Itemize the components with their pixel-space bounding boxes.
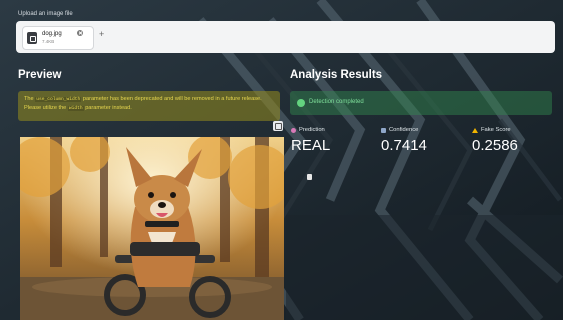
prediction-metric: Prediction REAL [291,127,330,154]
success-text: Detection completed [309,99,364,105]
prediction-label: Prediction [299,127,325,133]
add-file-button[interactable]: + [99,29,104,39]
fake-score-metric: Fake Score 0.2586 [472,127,518,154]
fake-score-label: Fake Score [481,127,511,133]
fullscreen-icon[interactable] [273,121,283,131]
prediction-value: REAL [291,137,331,154]
confidence-value: 0.7414 [381,137,427,154]
success-message: Detection completed [290,91,552,115]
confidence-label: Confidence [389,127,419,133]
dog-image [20,137,284,320]
check-circle-icon [297,99,305,107]
upload-label: Upload an image file [18,11,73,17]
uploaded-file-chip[interactable]: dog.jpg 7.4KB [22,26,94,50]
document-icon [307,174,312,180]
deprecation-warning: The use_column_width parameter has been … [18,91,280,121]
target-icon [291,127,296,133]
bar-chart-icon [381,127,386,133]
file-uploader[interactable]: dog.jpg 7.4KB + [16,21,555,53]
close-icon[interactable] [77,30,83,36]
file-size: 7.4KB [42,39,55,44]
file-name: dog.jpg [42,31,62,37]
results-title: Analysis Results [290,69,383,81]
preview-title: Preview [18,69,62,81]
warning-icon [472,127,478,133]
fake-score-value: 0.2586 [472,137,518,154]
confidence-metric: Confidence 0.7414 [381,127,427,154]
image-file-icon [27,32,37,44]
